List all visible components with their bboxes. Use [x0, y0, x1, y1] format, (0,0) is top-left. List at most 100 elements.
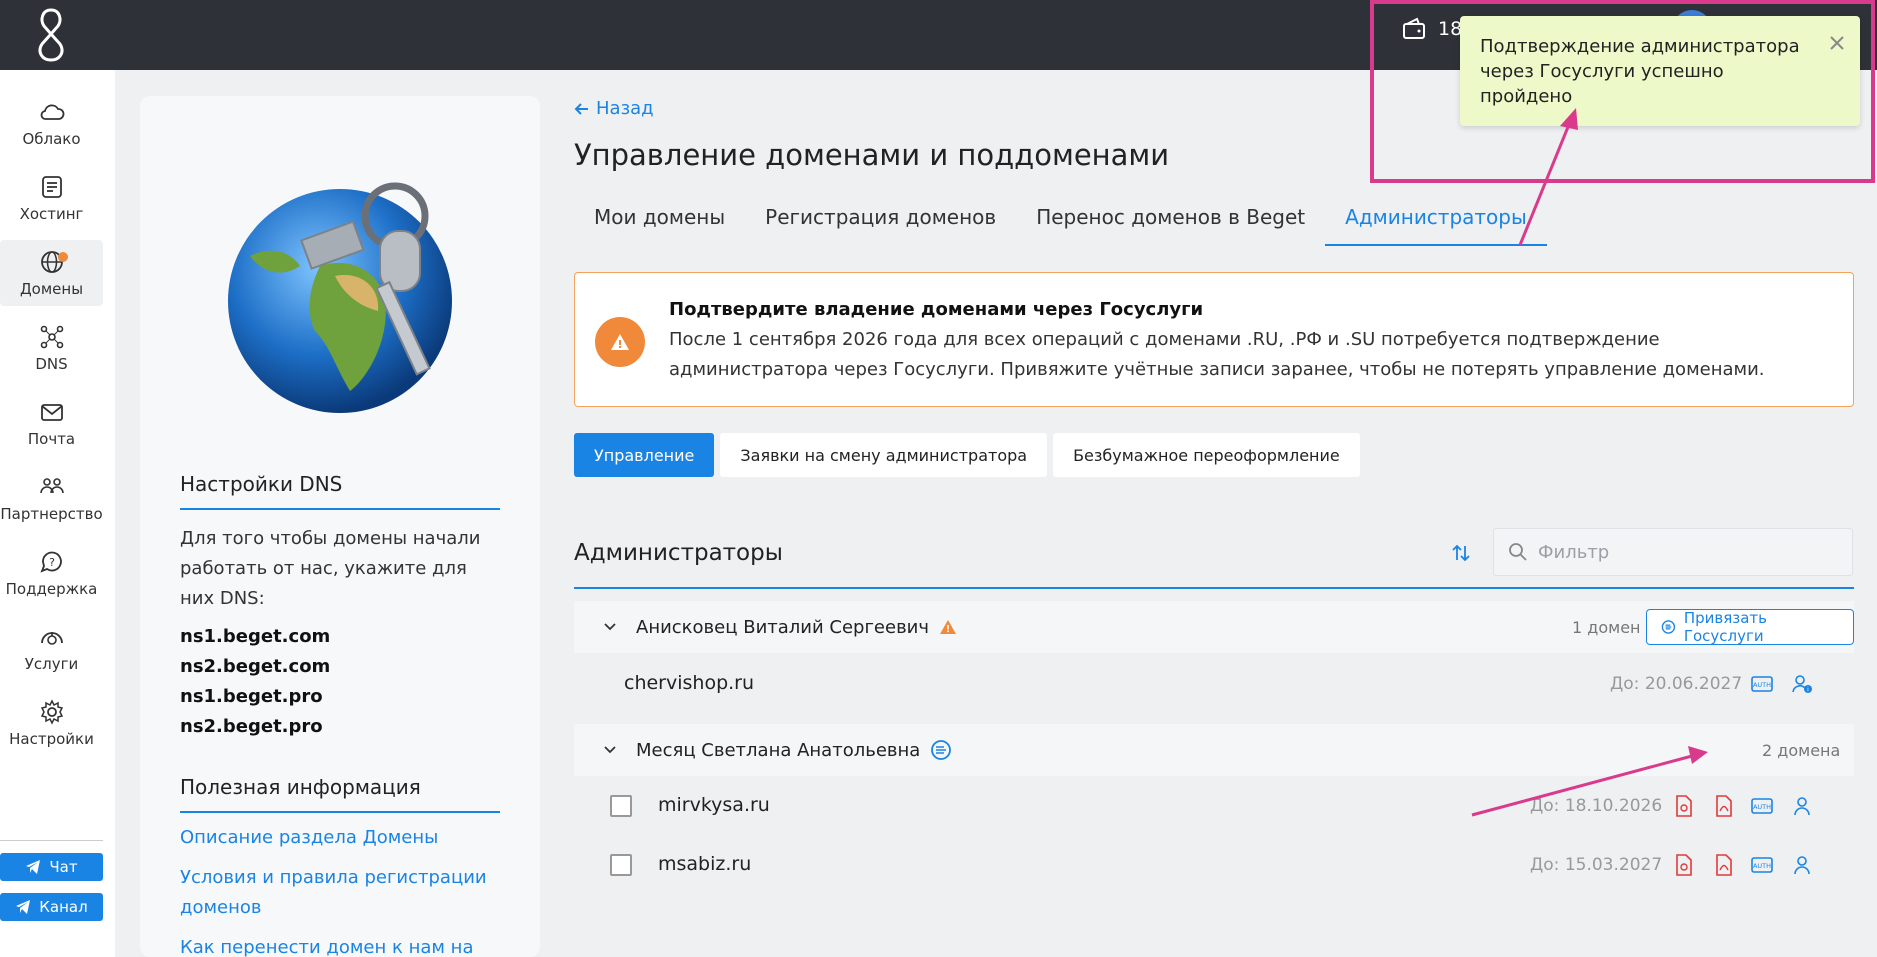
domain-count: 1 домен: [1572, 617, 1641, 637]
sidebar-item-hosting[interactable]: Хостинг: [0, 165, 103, 231]
link-gosuslugi-button[interactable]: Привязать Госуслуги: [1646, 609, 1854, 645]
domain-checkbox[interactable]: [610, 854, 632, 876]
dns-heading-underline: [180, 508, 500, 510]
link-gosuslugi-label: Привязать Госуслуги: [1683, 609, 1767, 645]
tab-transfer[interactable]: Перенос доменов в Beget: [1016, 200, 1325, 246]
chevron-down-icon[interactable]: [602, 742, 618, 758]
domain-expiry: До: 15.03.2027: [1530, 855, 1663, 875]
admin-subtabs: Управление Заявки на смену администратор…: [574, 433, 1360, 477]
domain-tabs: Мои домены Регистрация доменов Перенос д…: [574, 200, 1547, 246]
sidebar-item-label: Настройки: [9, 730, 94, 748]
services-icon: [40, 632, 63, 645]
sidebar-item-settings[interactable]: Настройки: [0, 690, 103, 756]
admin-user-icon[interactable]: [1790, 853, 1814, 877]
certificate-icon[interactable]: [1672, 794, 1696, 818]
filter-input-wrapper[interactable]: [1493, 528, 1853, 576]
tab-my-domains[interactable]: Мои домены: [574, 200, 745, 246]
arrow-left-icon: [574, 102, 588, 115]
sidebar-item-cloud[interactable]: Облако: [0, 90, 103, 156]
info-panel: Настройки DNS Для того чтобы домены нача…: [140, 96, 540, 957]
sidebar-item-label: Облако: [22, 130, 81, 148]
subtab-management[interactable]: Управление: [574, 433, 715, 477]
channel-button[interactable]: Канал: [0, 893, 103, 921]
telegram-icon: [16, 900, 31, 914]
dns-description: Для того чтобы домены начали работать от…: [180, 528, 481, 609]
sidebar-item-domains[interactable]: Домены: [0, 240, 103, 306]
back-label: Назад: [596, 98, 654, 119]
close-icon[interactable]: [1826, 32, 1848, 54]
section-underline: [574, 587, 1854, 589]
auth-code-icon[interactable]: AUTH: [1750, 853, 1774, 877]
subtab-paperless-reregistration[interactable]: Безбумажное переоформление: [1053, 433, 1360, 477]
sidebar-item-label: Поддержка: [5, 580, 98, 598]
sidebar-divider: [0, 840, 103, 841]
sort-icon[interactable]: [1450, 542, 1472, 564]
domain-name[interactable]: chervishop.ru: [624, 672, 754, 694]
beget-logo[interactable]: [34, 6, 68, 62]
warning-icon: [595, 317, 645, 367]
admin-group[interactable]: Месяц Светлана Анатольевна 2 домена: [574, 724, 1854, 776]
dns-heading: Настройки DNS: [180, 472, 343, 496]
admin-user-icon[interactable]: i: [1790, 672, 1814, 696]
channel-label: Канал: [39, 898, 88, 916]
domain-row: chervishop.ru До: 20.06.2027 AUTH i: [574, 656, 1854, 712]
alert-title: Подтвердите владение доменами через Госу…: [669, 299, 1204, 320]
alert-text: После 1 сентября 2026 года для всех опер…: [669, 329, 1765, 380]
sidebar-item-label: Партнерство: [0, 505, 103, 523]
domain-count: 2 домена: [1762, 740, 1841, 760]
link-registration-rules[interactable]: Условия и правила регистрации доменов: [180, 863, 490, 923]
domain-row: msabiz.ru До: 15.03.2027 AUTH: [574, 837, 1854, 893]
sidebar-item-dns[interactable]: DNS: [0, 315, 103, 381]
certificate-icon[interactable]: [1672, 853, 1696, 877]
pdf-icon[interactable]: [1712, 853, 1736, 877]
domain-name[interactable]: mirvkysa.ru: [658, 794, 770, 816]
chat-button[interactable]: Чат: [0, 853, 103, 881]
domain-name[interactable]: msabiz.ru: [658, 853, 751, 875]
sidebar-item-support[interactable]: ? Поддержка: [0, 540, 103, 606]
admin-group[interactable]: Анисковец Виталий Сергеевич 1 домен Прив…: [574, 601, 1854, 653]
domain-row: mirvkysa.ru До: 18.10.2026 AUTH: [574, 778, 1854, 834]
support-icon: ?: [39, 551, 62, 573]
ns-entry: ns2.beget.com: [180, 656, 331, 677]
sidebar-item-mail[interactable]: Почта: [0, 390, 103, 456]
filter-input[interactable]: [1538, 541, 1838, 563]
admin-name-text: Анисковец Виталий Сергеевич: [636, 616, 930, 638]
admin-user-icon[interactable]: [1790, 794, 1814, 818]
svg-text:?: ?: [49, 556, 55, 569]
sidebar-item-services[interactable]: Услуги: [0, 615, 103, 681]
tab-administrators[interactable]: Администраторы: [1325, 200, 1547, 246]
cloud-icon: [40, 104, 64, 120]
tab-registration[interactable]: Регистрация доменов: [745, 200, 1016, 246]
sidebar-item-label: Домены: [19, 280, 84, 298]
domain-expiry: До: 20.06.2027: [1610, 674, 1743, 694]
sidebar-item-label: Хостинг: [19, 205, 84, 223]
globe-key-illustration: [228, 182, 452, 413]
chevron-down-icon[interactable]: [602, 619, 618, 635]
domain-checkbox[interactable]: [610, 795, 632, 817]
admin-name-text: Месяц Светлана Анатольевна: [636, 739, 921, 761]
sidebar-item-partners[interactable]: Партнерство: [0, 465, 103, 531]
toast-message: Подтверждение администратора через Госус…: [1480, 36, 1800, 107]
ns-entry: ns2.beget.pro: [180, 716, 323, 737]
ns-entry: ns1.beget.pro: [180, 686, 323, 707]
pdf-icon[interactable]: [1712, 794, 1736, 818]
gosuslugi-linked-icon: [931, 740, 952, 760]
admin-name: Анисковец Виталий Сергеевич: [636, 617, 957, 638]
svg-text:AUTH: AUTH: [1753, 681, 1771, 689]
link-transfer-domain[interactable]: Как перенести домен к нам на: [180, 933, 490, 957]
auth-code-icon[interactable]: AUTH: [1750, 672, 1774, 696]
section-title: Администраторы: [574, 540, 783, 566]
back-link[interactable]: Назад: [574, 98, 654, 119]
link-domains-description[interactable]: Описание раздела Домены: [180, 823, 490, 853]
gosuslugi-alert: Подтвердите владение доменами через Госу…: [574, 272, 1854, 407]
telegram-icon: [26, 860, 41, 874]
admin-name: Месяц Светлана Анатольевна: [636, 739, 952, 761]
gosuslugi-icon: [1661, 620, 1676, 634]
success-toast: Подтверждение администратора через Госус…: [1460, 16, 1860, 126]
subtab-admin-change-requests[interactable]: Заявки на смену администратора: [720, 433, 1048, 477]
partners-icon: [39, 478, 64, 494]
notification-dot: [58, 252, 68, 262]
auth-code-icon[interactable]: AUTH: [1750, 794, 1774, 818]
search-icon: [1509, 543, 1527, 561]
gear-icon: [40, 699, 63, 725]
